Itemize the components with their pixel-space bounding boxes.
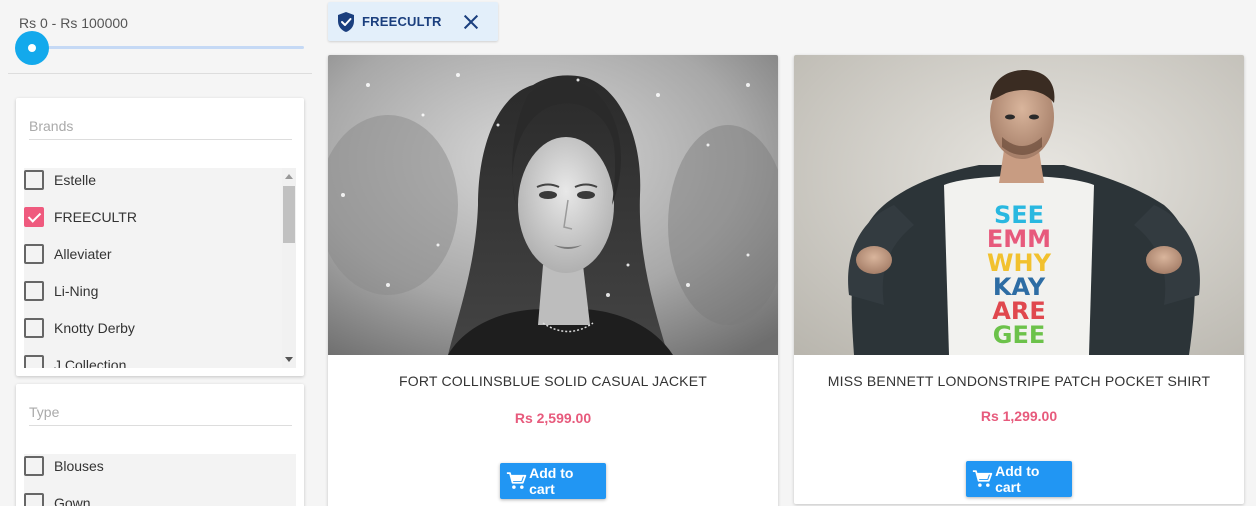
product-card[interactable]: SEE EMM WHY KAY ARE GEE MISS BENNETT LON…	[794, 55, 1244, 504]
product-price: Rs 2,599.00	[514, 410, 592, 426]
product-price: Rs 1,299.00	[980, 408, 1058, 424]
brand-item-j-collection[interactable]: J Collection	[24, 346, 282, 368]
product-photo: SEE EMM WHY KAY ARE GEE	[794, 55, 1244, 355]
price-range-filter: Rs 0 - Rs 100000	[8, 0, 312, 74]
product-image-woman-snow[interactable]	[328, 55, 778, 355]
product-name[interactable]: MISS BENNETT LONDONSTRIPE PATCH POCKET S…	[794, 373, 1244, 389]
product-card[interactable]: FORT COLLINSBLUE SOLID CASUAL JACKET Rs …	[328, 55, 778, 506]
product-image-man-graphic-tee[interactable]: SEE EMM WHY KAY ARE GEE	[794, 55, 1244, 355]
type-search-input[interactable]	[29, 404, 292, 420]
checkbox[interactable]	[24, 169, 44, 190]
scroll-up-arrow-icon[interactable]	[285, 174, 293, 179]
price-slider-track[interactable]	[32, 46, 304, 49]
brand-item-alleviater[interactable]: Alleviater	[24, 235, 282, 272]
brand-item-label: Estelle	[54, 171, 97, 188]
type-list: Blouses Gown	[24, 454, 296, 506]
brand-item-label: J Collection	[54, 356, 127, 369]
brands-filter-card: Estelle FREECULTR Alleviater Li-Ning Kno…	[16, 98, 304, 376]
type-item-gown[interactable]: Gown	[24, 484, 282, 506]
brand-item-label: FREECULTR	[54, 208, 137, 225]
checkbox[interactable]	[24, 317, 44, 338]
shopping-cart-icon	[972, 470, 993, 487]
product-name[interactable]: FORT COLLINSBLUE SOLID CASUAL JACKET	[328, 373, 778, 389]
shopping-cart-icon	[506, 472, 527, 489]
brand-item-li-ning[interactable]: Li-Ning	[24, 272, 282, 309]
scrollbar-thumb[interactable]	[283, 186, 295, 243]
type-item-label: Gown	[54, 494, 91, 506]
tee-print-line: GEE	[993, 321, 1046, 349]
checkbox[interactable]	[24, 243, 44, 264]
add-to-cart-label: Add to cart	[995, 463, 1040, 495]
price-slider-thumb[interactable]	[15, 31, 49, 65]
price-range-label: Rs 0 - Rs 100000	[19, 15, 128, 31]
checkbox[interactable]	[24, 354, 44, 368]
shield-check-icon	[338, 11, 354, 32]
brand-item-label: Knotty Derby	[54, 319, 135, 336]
active-filter-chip: FREECULTR	[328, 2, 498, 41]
add-to-cart-label: Add to cart	[529, 465, 574, 497]
checkbox[interactable]	[24, 492, 44, 506]
type-filter-card: Blouses Gown	[16, 384, 304, 506]
checkbox-checked[interactable]	[24, 206, 44, 227]
brands-list: Estelle FREECULTR Alleviater Li-Ning Kno…	[24, 168, 296, 368]
product-photo	[328, 55, 778, 355]
brands-search-input[interactable]	[29, 118, 292, 134]
brands-scrollbar[interactable]	[282, 168, 296, 368]
brand-item-label: Alleviater	[54, 245, 112, 262]
add-to-cart-button[interactable]: Add to cart	[500, 463, 606, 499]
brand-item-estelle[interactable]: Estelle	[24, 168, 282, 198]
brand-item-freecultr[interactable]: FREECULTR	[24, 198, 282, 235]
brands-search-field[interactable]	[29, 114, 292, 140]
brand-item-label: Li-Ning	[54, 282, 99, 299]
close-icon[interactable]	[462, 13, 480, 31]
add-to-cart-button[interactable]: Add to cart	[966, 461, 1072, 497]
type-item-label: Blouses	[54, 457, 104, 474]
type-search-field[interactable]	[29, 400, 292, 426]
checkbox[interactable]	[24, 455, 44, 476]
brand-item-knotty-derby[interactable]: Knotty Derby	[24, 309, 282, 346]
checkbox[interactable]	[24, 280, 44, 301]
chip-label: FREECULTR	[362, 14, 442, 29]
type-item-blouses[interactable]: Blouses	[24, 454, 282, 484]
scroll-down-arrow-icon[interactable]	[285, 357, 293, 362]
